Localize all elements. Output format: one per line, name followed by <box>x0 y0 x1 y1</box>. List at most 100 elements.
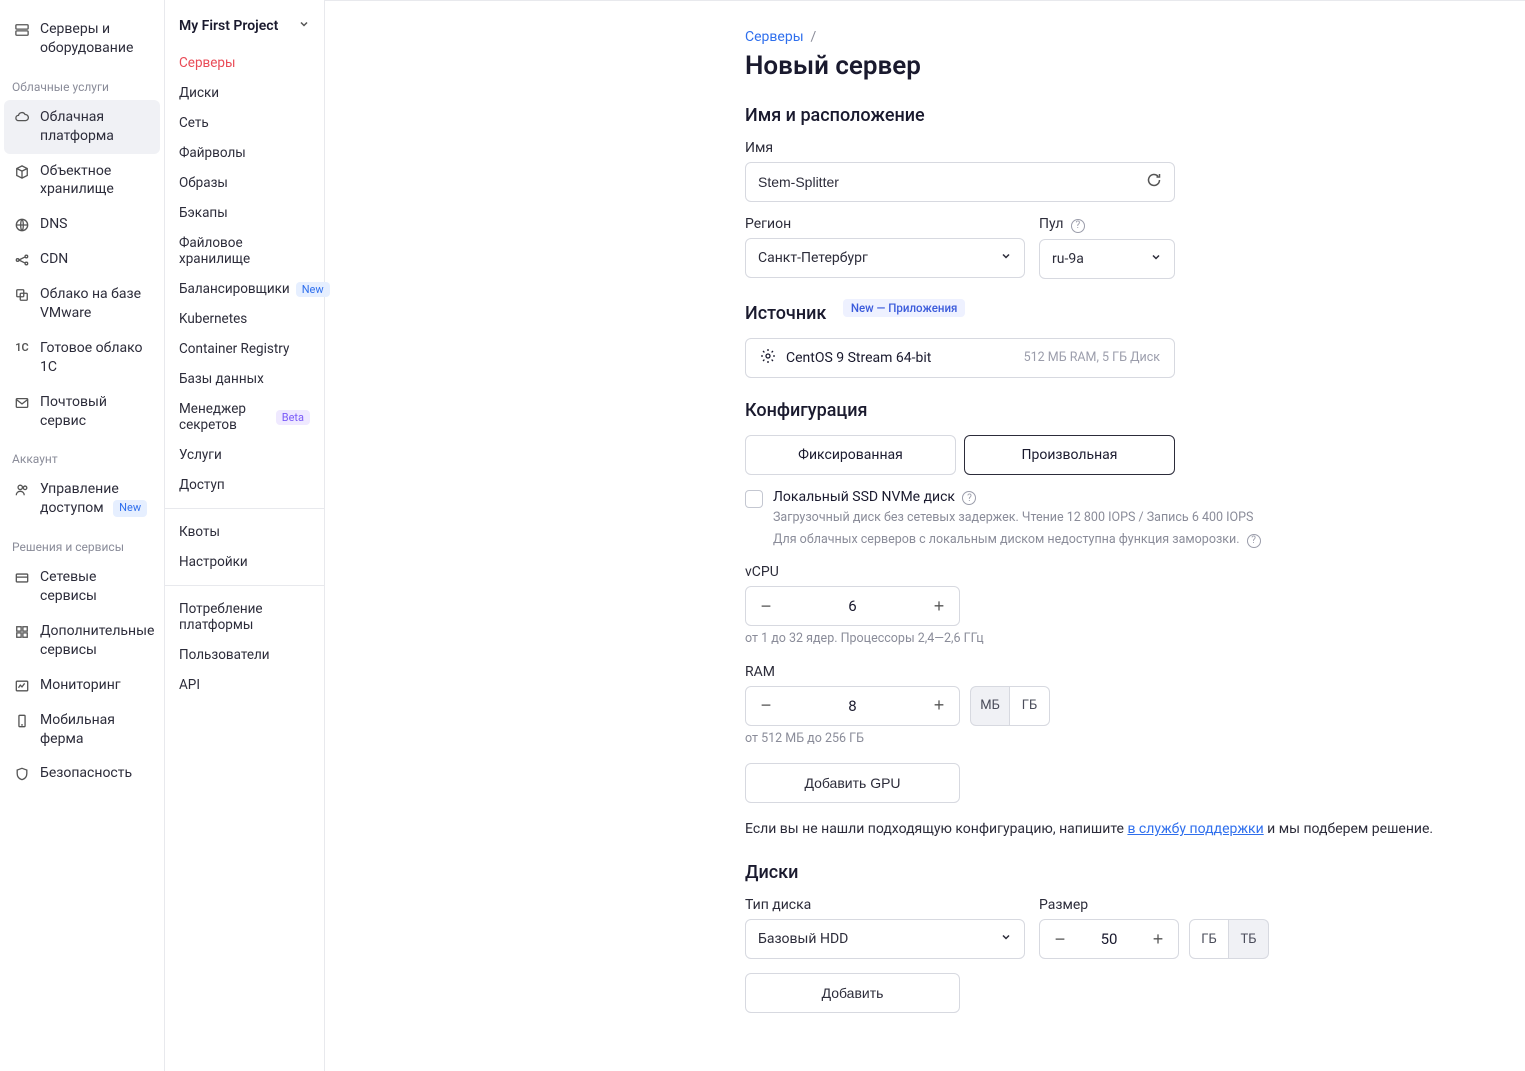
sub-item-secrets[interactable]: Менеджер секретов Beta <box>165 394 324 440</box>
disk-size-increment[interactable]: + <box>1138 920 1178 958</box>
sub-item-balancers[interactable]: Балансировщики New <box>165 274 324 304</box>
server-icon <box>14 22 30 38</box>
sub-item-network[interactable]: Сеть <box>165 108 324 138</box>
sidebar-item-mobile-farm[interactable]: Мобильная ферма <box>4 703 160 757</box>
sub-label: Доступ <box>179 477 225 493</box>
ram-decrement[interactable]: − <box>746 687 786 725</box>
sub-item-servers[interactable]: Серверы <box>165 48 324 78</box>
add-disk-button[interactable]: Добавить <box>745 973 960 1013</box>
sub-item-images[interactable]: Образы <box>165 168 324 198</box>
sidebar-item-mail[interactable]: Почтовый сервис <box>4 385 160 439</box>
vcpu-label: vCPU <box>745 564 1525 580</box>
local-ssd-hint2: Для облачных серверов с локальным диском… <box>773 531 1261 549</box>
help-icon[interactable]: ? <box>1247 534 1261 548</box>
disk-size-decrement[interactable]: − <box>1040 920 1080 958</box>
pool-label: Пул ? <box>1039 216 1175 233</box>
section-placement-title: Имя и расположение <box>745 105 1525 126</box>
pool-label-text: Пул <box>1039 216 1063 232</box>
sub-item-consumption[interactable]: Потребление платформы <box>165 594 324 640</box>
sub-item-services[interactable]: Услуги <box>165 440 324 470</box>
breadcrumb-link[interactable]: Серверы <box>745 29 804 45</box>
cube-icon <box>14 164 30 180</box>
sub-item-access[interactable]: Доступ <box>165 470 324 500</box>
sidebar-item-monitoring[interactable]: Мониторинг <box>4 668 160 703</box>
sidebar-item-object-storage[interactable]: Объектное хранилище <box>4 154 160 208</box>
region-label: Регион <box>745 216 1025 232</box>
tab-custom[interactable]: Произвольная <box>964 435 1175 475</box>
sub-item-backups[interactable]: Бэкапы <box>165 198 324 228</box>
name-input-wrapper <box>745 162 1175 202</box>
nav-label: Готовое облако 1С <box>40 339 148 377</box>
add-gpu-button[interactable]: Добавить GPU <box>745 763 960 803</box>
help-icon[interactable]: ? <box>1071 219 1085 233</box>
project-selector[interactable]: My First Project <box>165 14 324 48</box>
disk-type-select[interactable]: Базовый HDD <box>745 919 1025 959</box>
source-selector[interactable]: CentOS 9 Stream 64-bit 512 МБ RAM, 5 ГБ … <box>745 338 1175 378</box>
disk-size-value: 50 <box>1080 930 1138 948</box>
disk-size-label: Размер <box>1039 897 1269 913</box>
sub-label: Container Registry <box>179 341 289 357</box>
sidebar-item-cloud-1c[interactable]: 1C Готовое облако 1С <box>4 331 160 385</box>
name-input[interactable] <box>758 174 1146 190</box>
sub-label: Базы данных <box>179 371 264 387</box>
ram-increment[interactable]: + <box>919 687 959 725</box>
help-icon[interactable]: ? <box>962 491 976 505</box>
name-label: Имя <box>745 140 1525 156</box>
sidebar-item-cloud-platform[interactable]: Облачная платформа <box>4 100 160 154</box>
sidebar-item-vmware[interactable]: Облако на базе VMware <box>4 277 160 331</box>
nav-label: Управление доступом New <box>40 480 148 518</box>
sidebar-item-dns[interactable]: DNS <box>4 207 160 242</box>
sub-item-disks[interactable]: Диски <box>165 78 324 108</box>
breadcrumb: Серверы / <box>745 29 1525 45</box>
sub-item-settings[interactable]: Настройки <box>165 547 324 577</box>
disk-unit-gb[interactable]: ГБ <box>1189 919 1229 959</box>
globe-icon <box>14 217 30 233</box>
sidebar-item-cdn[interactable]: CDN <box>4 242 160 277</box>
pool-select[interactable]: ru-9a <box>1039 239 1175 279</box>
mobile-icon <box>14 713 30 729</box>
sub-item-quotas[interactable]: Квоты <box>165 517 324 547</box>
nav-section-cloud: Облачные услуги <box>0 66 164 100</box>
nav-label: Облако на базе VMware <box>40 285 148 323</box>
sidebar-item-servers-hardware[interactable]: Серверы и оборудование <box>4 12 160 66</box>
sub-item-filestorage[interactable]: Файловое хранилище <box>165 228 324 274</box>
sub-label: Пользователи <box>179 647 270 663</box>
disk-unit-tb[interactable]: ТБ <box>1229 919 1269 959</box>
tab-fixed[interactable]: Фиксированная <box>745 435 956 475</box>
vcpu-increment[interactable]: + <box>919 587 959 625</box>
new-apps-badge: New — Приложения <box>843 299 966 317</box>
sub-label: Настройки <box>179 554 248 570</box>
ram-unit-gb[interactable]: ГБ <box>1010 686 1050 726</box>
beta-badge: Beta <box>276 410 310 425</box>
sidebar-item-net-services[interactable]: Сетевые сервисы <box>4 560 160 614</box>
nav-label: Почтовый сервис <box>40 393 148 431</box>
mail-icon <box>14 395 30 411</box>
sub-label: Диски <box>179 85 219 101</box>
ram-unit-mb[interactable]: МБ <box>970 686 1010 726</box>
sub-item-firewalls[interactable]: Файрволы <box>165 138 324 168</box>
vcpu-decrement[interactable]: − <box>746 587 786 625</box>
sidebar-item-access-mgmt[interactable]: Управление доступом New <box>4 472 160 526</box>
sub-item-databases[interactable]: Базы данных <box>165 364 324 394</box>
sub-item-kubernetes[interactable]: Kubernetes <box>165 304 324 334</box>
pool-value: ru-9a <box>1052 251 1084 267</box>
nav-label: Облачная платформа <box>40 108 148 146</box>
sidebar-item-security[interactable]: Безопасность <box>4 756 160 791</box>
region-value: Санкт-Петербург <box>758 250 868 266</box>
ram-unit-toggle: МБ ГБ <box>970 686 1050 726</box>
sidebar-item-addon-services[interactable]: Дополнительные сервисы <box>4 614 160 668</box>
card-icon <box>14 570 30 586</box>
sub-item-api[interactable]: API <box>165 670 324 700</box>
support-suffix: и мы подберем решение. <box>1264 821 1433 837</box>
local-ssd-label: Локальный SSD NVMe диск <box>773 489 955 505</box>
sub-item-container-registry[interactable]: Container Registry <box>165 334 324 364</box>
sub-item-users[interactable]: Пользователи <box>165 640 324 670</box>
local-ssd-checkbox[interactable] <box>745 490 763 508</box>
sub-label: Услуги <box>179 447 222 463</box>
chevron-down-icon <box>1000 250 1012 266</box>
region-select[interactable]: Санкт-Петербург <box>745 238 1025 278</box>
sub-label: Бэкапы <box>179 205 228 221</box>
local-ssd-hint1: Загрузочный диск без сетевых задержек. Ч… <box>773 509 1261 527</box>
support-link[interactable]: в службу поддержки <box>1127 821 1263 837</box>
refresh-icon[interactable] <box>1146 172 1162 192</box>
